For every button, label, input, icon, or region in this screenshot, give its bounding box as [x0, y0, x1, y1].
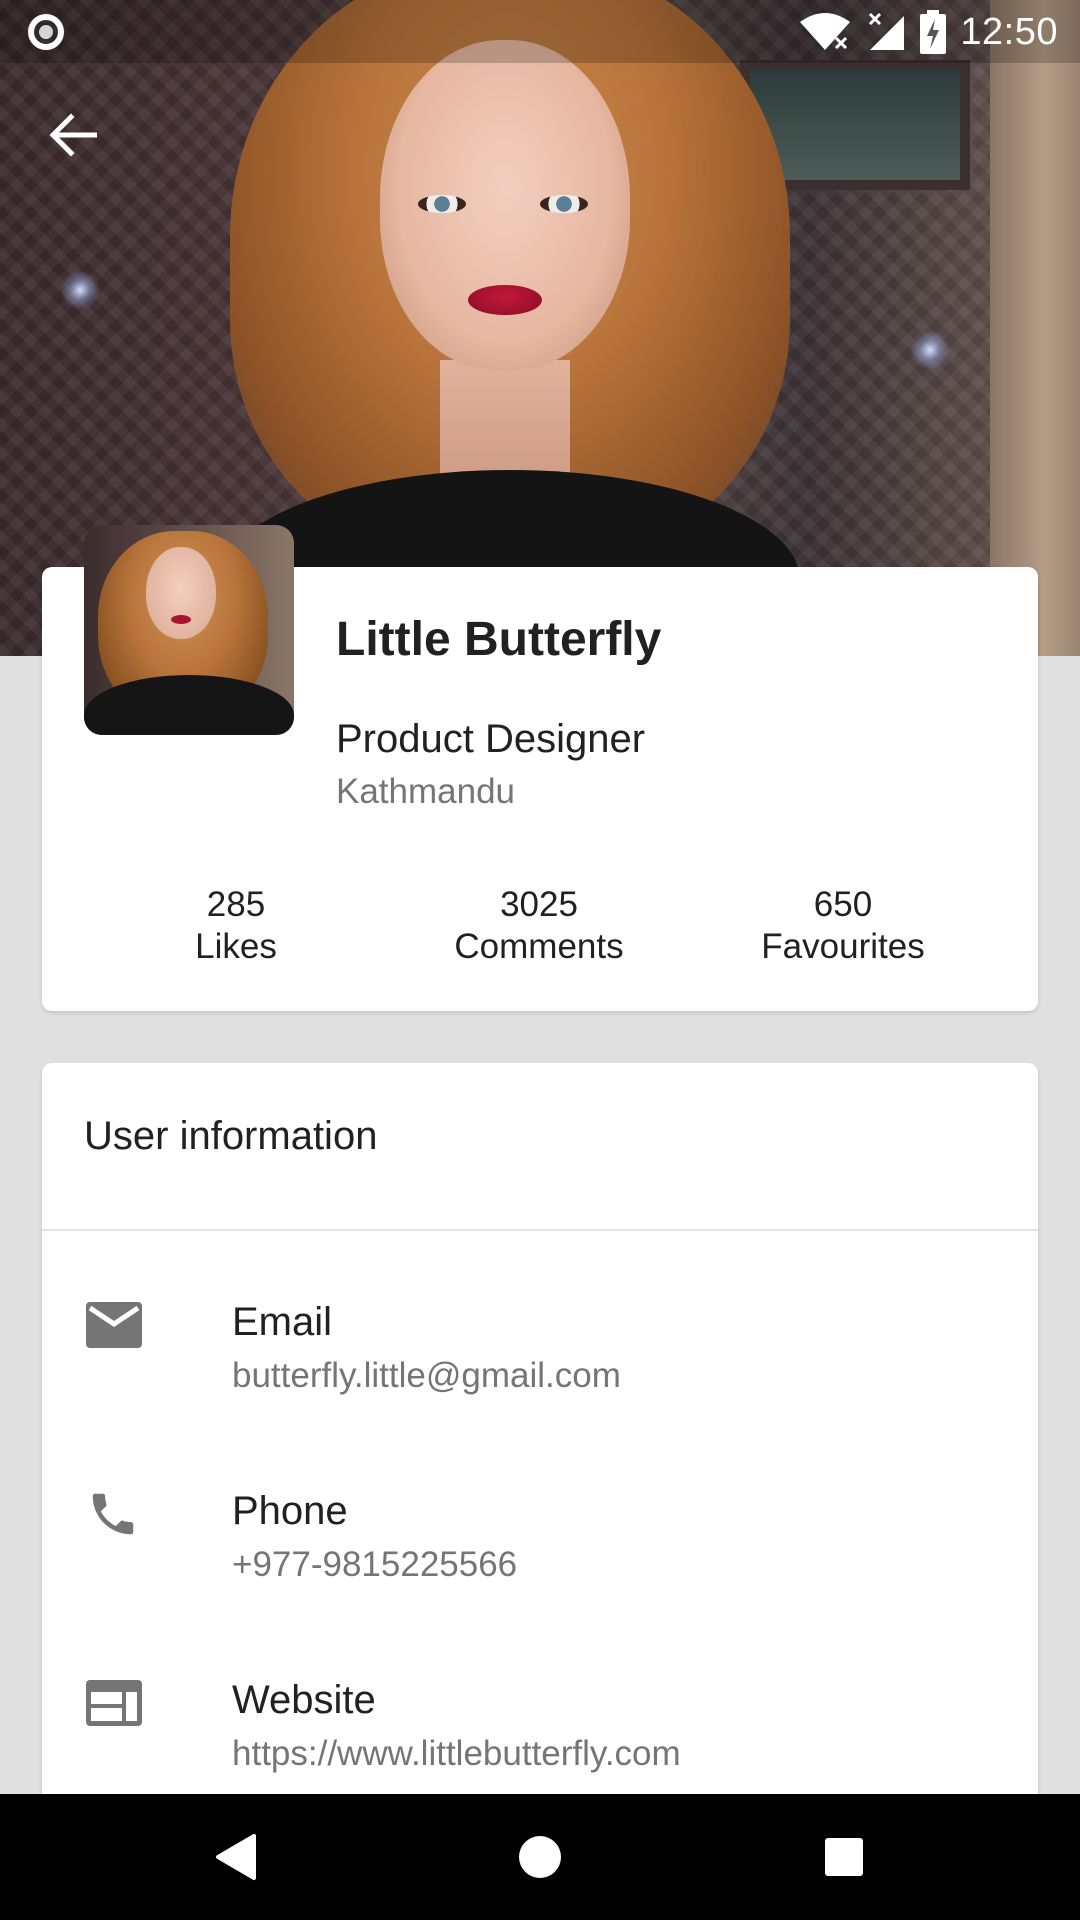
info-item-website[interactable]: Website https://www.littlebutterfly.com [42, 1638, 1038, 1788]
user-info-title: User information [84, 1114, 378, 1158]
stat-favourites[interactable]: 650 Favourites [693, 884, 993, 968]
person-eye [418, 195, 466, 213]
cover-photo-light [910, 330, 950, 370]
info-value: https://www.littlebutterfly.com [232, 1734, 681, 1773]
status-icons: 12:50 [798, 8, 1058, 56]
avatar[interactable] [84, 525, 294, 735]
cover-photo-door [990, 0, 1080, 656]
home-circle-icon [519, 1836, 561, 1878]
info-item-phone[interactable]: Phone +977-9815225566 [42, 1449, 1038, 1599]
arrow-left-icon [49, 113, 97, 157]
person-lips [468, 285, 542, 315]
info-value: butterfly.little@gmail.com [232, 1356, 621, 1395]
avatar-lips [171, 615, 191, 624]
nav-recents-button[interactable] [811, 1824, 877, 1890]
stat-label: Favourites [761, 927, 925, 966]
phone-icon [92, 1493, 134, 1535]
stat-comments[interactable]: 3025 Comments [389, 884, 689, 968]
avatar-face [146, 547, 216, 639]
navigation-bar [0, 1794, 1080, 1920]
cover-photo-person [220, 0, 800, 656]
info-value: +977-9815225566 [232, 1545, 518, 1584]
info-label: Phone [232, 1489, 348, 1533]
info-label: Website [232, 1678, 376, 1722]
back-triangle-icon [216, 1834, 256, 1880]
recents-square-icon [825, 1838, 863, 1876]
nav-back-button[interactable] [203, 1824, 269, 1890]
nav-home-button[interactable] [507, 1824, 573, 1890]
person-eye [540, 195, 588, 213]
back-button[interactable] [38, 100, 108, 170]
clock: 12:50 [960, 10, 1058, 53]
stat-value: 285 [206, 885, 266, 924]
stat-value: 650 [813, 885, 873, 924]
circle-indicator-icon [28, 14, 64, 50]
email-icon [86, 1302, 142, 1348]
stat-value: 3025 [500, 885, 578, 924]
profile-role: Product Designer [336, 717, 646, 761]
web-icon [86, 1680, 142, 1726]
wifi-icon [800, 13, 851, 50]
stat-label: Likes [195, 927, 277, 966]
profile-name: Little Butterfly [336, 613, 662, 666]
person-face [380, 40, 630, 370]
battery-charging-icon [920, 10, 947, 54]
divider [42, 1229, 1038, 1231]
signal-icon [869, 12, 905, 50]
stat-likes[interactable]: 285 Likes [86, 884, 386, 968]
profile-location: Kathmandu [336, 772, 516, 811]
cover-photo-light [60, 270, 100, 310]
stat-label: Comments [454, 927, 624, 966]
status-bar: 12:50 [0, 0, 1080, 63]
info-label: Email [232, 1300, 333, 1344]
info-item-email[interactable]: Email butterfly.little@gmail.com [42, 1260, 1038, 1410]
